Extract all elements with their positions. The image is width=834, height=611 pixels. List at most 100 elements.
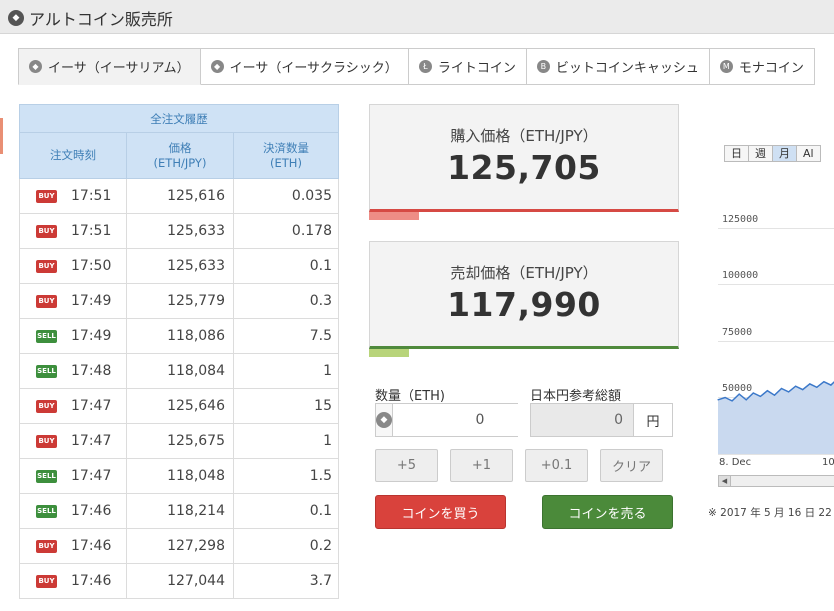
data-point	[795, 385, 797, 387]
order-qty: 7.5	[233, 318, 339, 354]
sell-badge: SELL	[36, 504, 57, 518]
order-time-cell: SELL 17:47	[19, 458, 127, 494]
buy-badge: BUY	[36, 434, 57, 448]
order-time-cell: BUY 17:51	[19, 213, 127, 249]
table-row: BUY 17:51 125,633 0.178	[19, 213, 339, 249]
x-tick: 8. Dec	[719, 457, 752, 468]
order-price: 127,298	[126, 528, 234, 564]
order-time: 17:47	[71, 433, 112, 449]
chart-scrollbar[interactable]: ◀	[718, 475, 834, 487]
clear-button[interactable]: クリア	[600, 449, 663, 482]
table-row: SELL 17:48 118,084 1	[19, 353, 339, 389]
sell-coin-button[interactable]: コインを売る	[542, 495, 673, 529]
ethereum-classic-icon: ◆	[210, 60, 224, 73]
order-qty: 1.5	[233, 458, 339, 494]
buy-price-box: 購入価格（ETH/JPY） 125,705	[369, 104, 679, 220]
tab-label: ビットコインキャッシュ	[555, 61, 699, 76]
sell-price-value: 117,990	[447, 285, 601, 324]
order-time: 17:51	[71, 188, 112, 204]
qty-coin-icon-box: ◆	[376, 404, 393, 436]
tab-monacoin[interactable]: M モナコイン	[709, 48, 815, 85]
data-point	[830, 384, 832, 386]
monacoin-icon: M	[719, 60, 733, 73]
order-time: 17:50	[71, 258, 112, 274]
order-price: 125,633	[126, 213, 234, 249]
data-point	[738, 393, 740, 395]
data-point	[766, 390, 768, 392]
bitcoin-cash-icon: B	[536, 60, 550, 73]
order-qty: 0.1	[233, 493, 339, 529]
data-point	[717, 399, 719, 401]
buy-price-value: 125,705	[447, 148, 601, 187]
plus-5-button[interactable]: +5	[375, 449, 438, 482]
order-time-cell: BUY 17:49	[19, 283, 127, 319]
tab-label: ライトコイン	[437, 61, 516, 76]
tab-label: イーサ（イーサリアム）	[48, 61, 190, 76]
sell-badge: SELL	[36, 329, 57, 343]
order-price: 118,086	[126, 318, 234, 354]
data-point	[773, 394, 776, 396]
jpy-unit: 円	[633, 404, 672, 436]
buy-badge: BUY	[36, 224, 57, 238]
order-time-cell: BUY 17:47	[19, 423, 127, 459]
page-title: ◆ アルトコイン販売所	[8, 6, 173, 30]
sell-price-box: 売却価格（ETH/JPY） 117,990	[369, 241, 679, 357]
plus-0-1-button[interactable]: +0.1	[525, 449, 588, 482]
buy-badge: BUY	[36, 189, 57, 203]
order-history-table: 全注文履歴 注文時刻 価格 (ETH/JPY) 決済数量 (ETH) BUY 17:5…	[19, 104, 339, 599]
buy-price-tag	[369, 212, 419, 220]
data-point	[788, 391, 790, 393]
data-point	[731, 400, 733, 402]
tab-label: イーサ（イーサクラシック）	[229, 61, 398, 76]
order-time: 17:49	[71, 293, 112, 309]
table-row: BUY 17:51 125,616 0.035	[19, 178, 339, 214]
order-time: 17:51	[71, 223, 112, 239]
sell-badge: SELL	[36, 469, 57, 483]
chart-note: ※ 2017 年 5 月 16 日 22	[708, 507, 832, 519]
order-qty: 1	[233, 353, 339, 389]
history-caption: 全注文履歴	[19, 104, 339, 133]
litecoin-icon: Ł	[418, 60, 432, 73]
table-row: BUY 17:47 125,675 1	[19, 423, 339, 459]
tab-ethereum[interactable]: ◆ イーサ（イーサリアム）	[18, 48, 201, 85]
tab-litecoin[interactable]: Ł ライトコイン	[408, 48, 527, 85]
tab-label: モナコイン	[738, 61, 804, 76]
order-qty: 0.178	[233, 213, 339, 249]
tab-bitcoin-cash[interactable]: B ビットコインキャッシュ	[526, 48, 710, 85]
order-qty: 0.3	[233, 283, 339, 319]
order-time: 17:46	[71, 538, 112, 554]
order-price: 118,084	[126, 353, 234, 389]
sell-badge: SELL	[36, 364, 57, 378]
order-time-cell: BUY 17:47	[19, 388, 127, 424]
jpy-field: 円	[530, 403, 673, 437]
chart-plot-area	[717, 380, 834, 454]
ethereum-icon: ◆	[376, 412, 392, 428]
order-time: 17:49	[71, 328, 112, 344]
order-qty: 15	[233, 388, 339, 424]
col-price: 価格 (ETH/JPY)	[126, 132, 234, 179]
order-price: 127,044	[126, 563, 234, 599]
scroll-left-icon[interactable]: ◀	[719, 476, 731, 486]
order-qty: 0.2	[233, 528, 339, 564]
price-chart: 日 週 月 Al 125000 100000 75000 50000 25000…	[705, 104, 834, 534]
order-price: 125,779	[126, 283, 234, 319]
data-point	[759, 395, 761, 397]
table-row: SELL 17:46 118,214 0.1	[19, 493, 339, 529]
data-point	[752, 392, 754, 394]
order-price: 125,646	[126, 388, 234, 424]
buy-badge: BUY	[36, 294, 57, 308]
table-row: BUY 17:46 127,298 0.2	[19, 528, 339, 564]
order-price: 118,048	[126, 458, 234, 494]
buy-coin-button[interactable]: コインを買う	[375, 495, 506, 529]
order-qty: 3.7	[233, 563, 339, 599]
order-time-cell: BUY 17:50	[19, 248, 127, 284]
order-time-cell: SELL 17:48	[19, 353, 127, 389]
data-point	[823, 381, 825, 383]
plus-1-button[interactable]: +1	[450, 449, 513, 482]
order-price: 118,214	[126, 493, 234, 529]
order-time-cell: SELL 17:49	[19, 318, 127, 354]
data-point	[780, 387, 783, 390]
table-row: BUY 17:47 125,646 15	[19, 388, 339, 424]
order-time: 17:46	[71, 503, 112, 519]
tab-ethereum-classic[interactable]: ◆ イーサ（イーサクラシック）	[200, 48, 409, 85]
